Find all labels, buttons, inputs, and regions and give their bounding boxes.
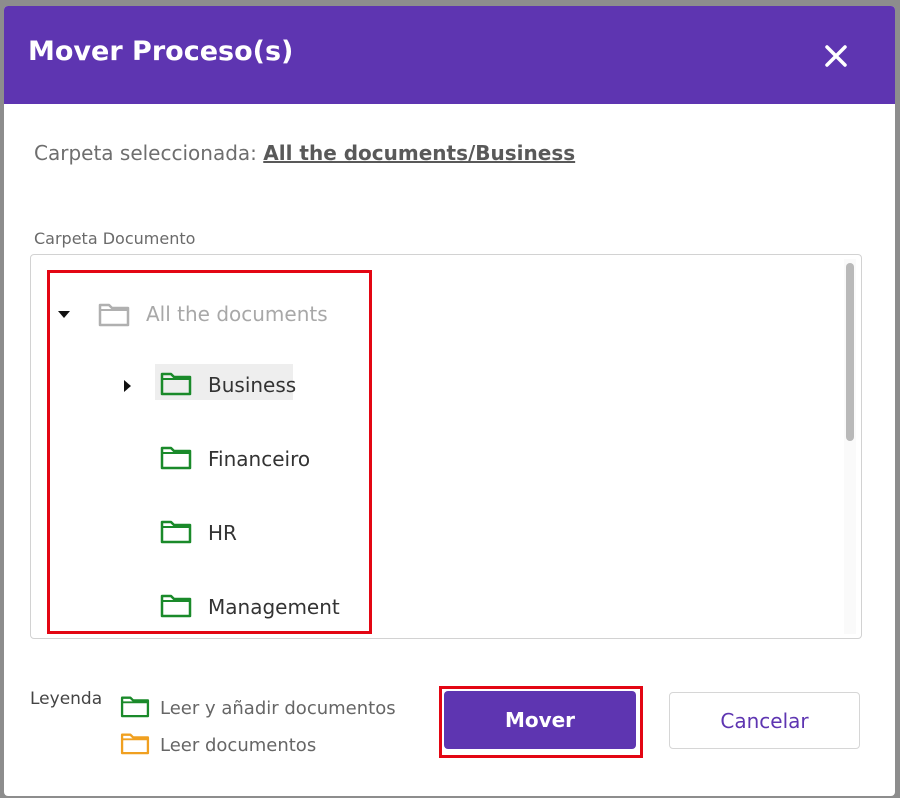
folder-icon <box>120 694 150 723</box>
folder-tree-label: Carpeta Documento <box>34 229 196 248</box>
tree-scrollbar[interactable] <box>844 259 856 634</box>
move-button-highlight-box <box>439 686 643 758</box>
legend-item-read-write: Leer y añadir documentos <box>120 694 396 723</box>
legend-item-label: Leer y añadir documentos <box>160 698 396 719</box>
legend-item-label: Leer documentos <box>160 735 317 756</box>
scrollbar-thumb[interactable] <box>846 263 854 441</box>
selected-folder-label: Carpeta seleccionada: <box>34 141 257 165</box>
tree-highlight-box <box>47 270 372 634</box>
dialog-title: Mover Proceso(s) <box>28 36 294 67</box>
selected-folder-line: Carpeta seleccionada: All the documents/… <box>34 141 575 165</box>
legend-label: Leyenda <box>30 689 103 709</box>
close-icon[interactable] <box>822 42 850 70</box>
cancel-button[interactable]: Cancelar <box>669 692 860 749</box>
folder-icon <box>120 731 150 760</box>
legend-item-read: Leer documentos <box>120 731 316 760</box>
selected-folder-path[interactable]: All the documents/Business <box>263 141 575 165</box>
dialog-header: Mover Proceso(s) <box>4 6 895 104</box>
